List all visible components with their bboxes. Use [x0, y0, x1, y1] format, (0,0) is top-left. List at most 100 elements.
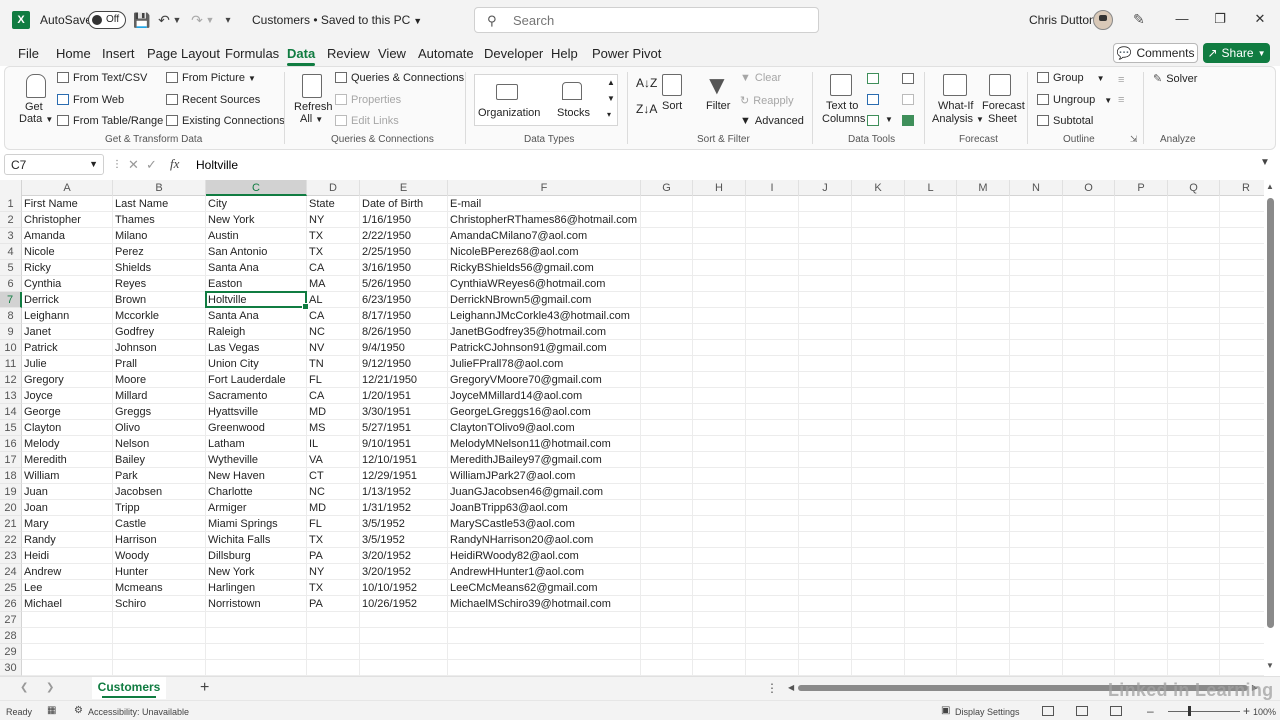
cell[interactable]: 2/22/1950 [360, 228, 448, 244]
cell[interactable] [957, 580, 1010, 596]
cell[interactable]: Juan [22, 484, 113, 500]
cell[interactable] [1063, 276, 1115, 292]
cell[interactable] [307, 660, 360, 676]
cell[interactable]: 3/30/1951 [360, 404, 448, 420]
cell[interactable] [1168, 484, 1220, 500]
cell[interactable] [693, 516, 746, 532]
prev-sheet-icon[interactable]: ❮ [20, 682, 28, 693]
tab-page-layout[interactable]: Page Layout [147, 46, 220, 61]
cell[interactable]: New York [206, 212, 307, 228]
cell[interactable] [1063, 308, 1115, 324]
cell[interactable] [1115, 356, 1168, 372]
data-model-icon[interactable] [902, 115, 914, 126]
sheet-tab-customers[interactable]: Customers [92, 677, 166, 699]
cell[interactable] [693, 580, 746, 596]
cell[interactable] [1063, 340, 1115, 356]
cell[interactable] [360, 660, 448, 676]
tab-review[interactable]: Review [327, 46, 370, 61]
cell[interactable]: Reyes [113, 276, 206, 292]
cell[interactable]: Cynthia [22, 276, 113, 292]
cell[interactable]: 3/20/1952 [360, 564, 448, 580]
cell[interactable]: NY [307, 564, 360, 580]
cell[interactable]: Christopher [22, 212, 113, 228]
cell[interactable] [1010, 596, 1063, 612]
cell[interactable] [1063, 596, 1115, 612]
zoom-level[interactable]: 100% [1253, 707, 1276, 717]
cell[interactable] [693, 228, 746, 244]
cell[interactable] [1168, 292, 1220, 308]
cell[interactable]: 1/20/1951 [360, 388, 448, 404]
gallery-down-icon[interactable]: ▼ [607, 94, 615, 103]
cell[interactable]: Schiro [113, 596, 206, 612]
cell[interactable]: Gregory [22, 372, 113, 388]
column-header[interactable]: F [448, 180, 641, 196]
cell[interactable]: ChristopherRThames86@hotmail.com [448, 212, 641, 228]
cell[interactable] [799, 612, 852, 628]
row-header[interactable]: 6 [0, 276, 22, 292]
tab-formulas[interactable]: Formulas [225, 46, 279, 61]
vertical-scrollbar[interactable]: ▲ ▼ [1265, 180, 1277, 676]
cell[interactable] [905, 612, 957, 628]
cell[interactable]: GeorgeLGreggs16@aol.com [448, 404, 641, 420]
cell[interactable] [852, 404, 905, 420]
scroll-left-icon[interactable]: ◀ [788, 683, 794, 692]
cell[interactable]: Mcmeans [113, 580, 206, 596]
cell[interactable]: Santa Ana [206, 260, 307, 276]
cell[interactable]: Derrick [22, 292, 113, 308]
cell[interactable]: Holtville [206, 292, 307, 308]
row-header[interactable]: 24 [0, 564, 22, 580]
cell[interactable] [799, 468, 852, 484]
cell[interactable] [852, 436, 905, 452]
cell[interactable]: Thames [113, 212, 206, 228]
group-button[interactable]: Group ▼ [1037, 72, 1105, 84]
cell[interactable] [957, 644, 1010, 660]
cell[interactable]: AL [307, 292, 360, 308]
comments-button[interactable]: 💬 Comments [1113, 43, 1198, 63]
cell[interactable] [1220, 244, 1264, 260]
cell[interactable]: MichaelMSchiro39@hotmail.com [448, 596, 641, 612]
cell[interactable] [1063, 436, 1115, 452]
cell[interactable]: JanetBGodfrey35@hotmail.com [448, 324, 641, 340]
cell[interactable]: Janet [22, 324, 113, 340]
normal-view-icon[interactable] [1042, 706, 1054, 716]
cell[interactable] [1063, 244, 1115, 260]
cell[interactable] [799, 228, 852, 244]
cell[interactable] [693, 484, 746, 500]
cell[interactable] [746, 564, 799, 580]
cell[interactable] [693, 356, 746, 372]
cell[interactable] [852, 244, 905, 260]
cell[interactable] [693, 548, 746, 564]
cell[interactable] [746, 388, 799, 404]
cell[interactable]: NY [307, 212, 360, 228]
cell[interactable] [905, 644, 957, 660]
cell[interactable]: Wichita Falls [206, 532, 307, 548]
cell[interactable]: State [307, 196, 360, 212]
cell[interactable]: Greenwood [206, 420, 307, 436]
cell[interactable] [360, 628, 448, 644]
zoom-slider-track[interactable] [1168, 711, 1240, 712]
cell[interactable]: City [206, 196, 307, 212]
data-validation-icon[interactable] [867, 115, 879, 126]
cell[interactable] [905, 420, 957, 436]
cell[interactable]: San Antonio [206, 244, 307, 260]
row-header[interactable]: 22 [0, 532, 22, 548]
column-header[interactable]: I [746, 180, 799, 196]
cell[interactable] [1168, 628, 1220, 644]
cell[interactable] [693, 372, 746, 388]
cell[interactable] [641, 404, 693, 420]
row-header[interactable]: 25 [0, 580, 22, 596]
cell[interactable] [746, 292, 799, 308]
cell[interactable] [1115, 596, 1168, 612]
cell[interactable]: George [22, 404, 113, 420]
cell[interactable]: CA [307, 388, 360, 404]
cell[interactable] [957, 276, 1010, 292]
cell[interactable]: 1/16/1950 [360, 212, 448, 228]
cell[interactable] [1168, 452, 1220, 468]
row-header[interactable]: 28 [0, 628, 22, 644]
cell[interactable] [1220, 356, 1264, 372]
cell[interactable] [799, 388, 852, 404]
cell[interactable] [746, 404, 799, 420]
forecast-sheet-button[interactable]: Forecast [982, 100, 1025, 112]
cell[interactable] [1168, 564, 1220, 580]
cell[interactable] [1220, 404, 1264, 420]
